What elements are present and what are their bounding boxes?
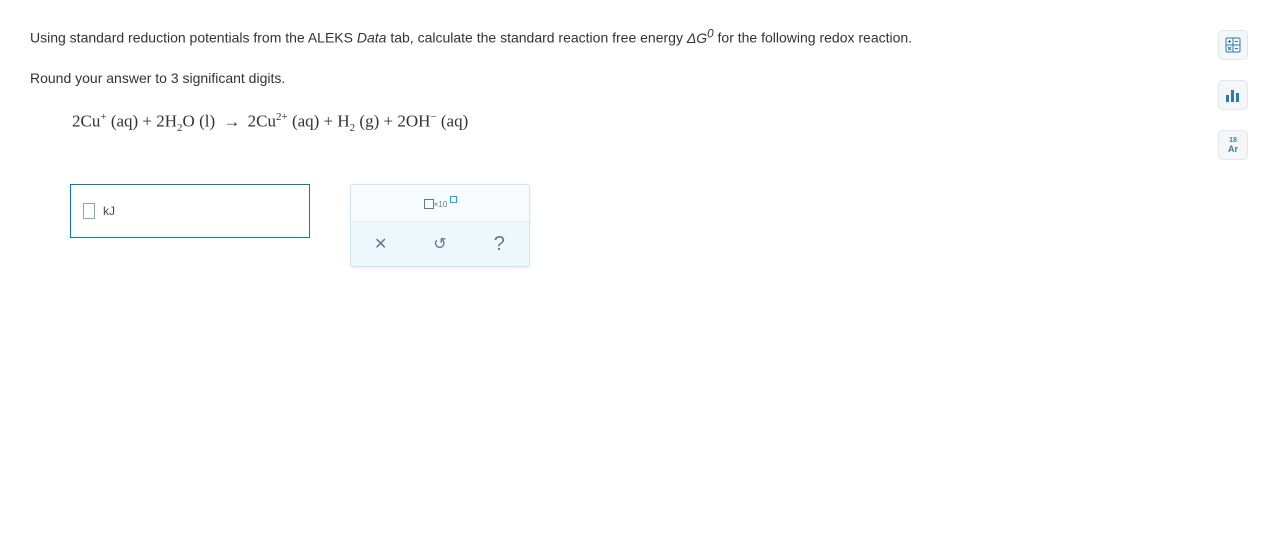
side-toolbar: 18 Ar [1218,30,1248,160]
delta-g-base: ΔG [687,30,707,46]
help-button[interactable]: ? [479,230,519,258]
periodic-table-button[interactable]: 18 Ar [1218,130,1248,160]
eq-sub5: 2 [350,122,356,134]
q-text-c: for the following redox reaction. [714,30,912,46]
eq-p5: (aq) + H [288,112,350,131]
calculator-icon [1225,37,1241,53]
answer-row: kJ ×10 ✕ ↺ ? [70,184,1180,267]
clear-button[interactable]: ✕ [361,230,401,258]
pt-atomic-number: 18 [1229,137,1237,144]
input-keypad: ×10 ✕ ↺ ? [350,184,530,267]
eq-sub2: 2 [177,122,183,134]
answer-placeholder-icon [83,203,95,219]
undo-button[interactable]: ↺ [420,230,460,258]
question-line-2: Round your answer to 3 significant digit… [30,67,1180,89]
eq-p6: (g) + 2OH [355,112,430,131]
keypad-top-row: ×10 [351,185,529,222]
eq-p2: (aq) + 2H [107,112,177,131]
bar-chart-icon [1225,87,1241,103]
periodic-table-icon: 18 Ar [1228,137,1238,154]
keypad-bottom-row: ✕ ↺ ? [351,222,529,266]
q-text-a: Using standard reduction potentials from… [30,30,357,46]
redox-equation: 2Cu+ (aq) + 2H2O (l) → 2Cu2+ (aq) + H2 (… [72,111,1180,134]
sci-box-icon [424,199,434,209]
q-text-b: tab, calculate the standard reaction fre… [386,30,686,46]
x-icon: ✕ [374,234,387,254]
calculator-button[interactable] [1218,30,1248,60]
sci-exp-box-icon [450,196,457,203]
data-tab-ref: Data [357,30,387,46]
undo-icon: ↺ [433,234,446,254]
eq-p7: (aq) [437,112,469,131]
eq-arrow: → [219,112,243,131]
eq-sup4: 2+ [276,111,288,123]
question-content: Using standard reduction potentials from… [30,25,1180,267]
delta-g-symbol: ΔG0 [687,30,714,46]
question-icon: ? [494,233,505,256]
answer-input[interactable]: kJ [70,184,310,238]
eq-sup1: + [100,111,106,123]
eq-p1: 2Cu [72,112,100,131]
pt-symbol: Ar [1228,145,1238,154]
eq-sup6: − [430,111,436,123]
eq-p4: 2Cu [243,112,276,131]
eq-p3: O (l) [183,112,220,131]
scientific-notation-button[interactable]: ×10 [418,195,463,213]
answer-unit: kJ [103,204,115,218]
question-line-1: Using standard reduction potentials from… [30,25,1180,49]
sci-x10-label: ×10 [434,200,448,209]
data-table-button[interactable] [1218,80,1248,110]
